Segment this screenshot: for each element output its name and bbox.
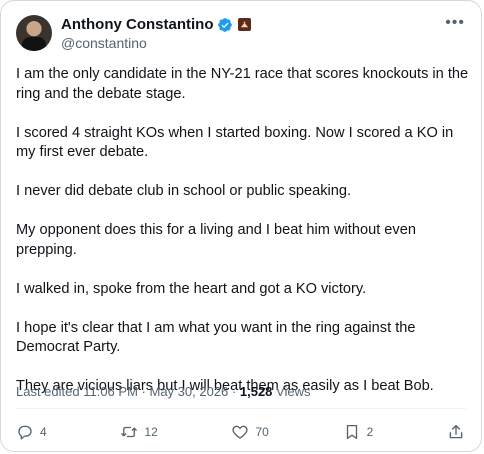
author-name[interactable]: Anthony Constantino bbox=[61, 16, 213, 33]
post-card: Anthony Constantino @constantino ••• I a… bbox=[0, 0, 482, 452]
repost-count: 12 bbox=[144, 425, 158, 439]
post-meta: Last edited 11:06 PM · May 30, 2026 · 1,… bbox=[16, 384, 311, 399]
post-date[interactable]: May 30, 2026 bbox=[150, 384, 229, 399]
views-count: 1,528 bbox=[239, 384, 273, 399]
action-bar: 4 12 70 2 bbox=[16, 422, 465, 442]
separator: · bbox=[231, 384, 237, 399]
reply-button[interactable]: 4 bbox=[16, 423, 47, 441]
heart-icon bbox=[232, 425, 249, 439]
affiliate-badge-icon[interactable] bbox=[238, 18, 252, 31]
views-label: Views bbox=[276, 384, 311, 399]
post-paragraph: I scored 4 straight KOs when I started b… bbox=[16, 124, 454, 161]
verified-badge-icon[interactable] bbox=[217, 17, 233, 33]
share-button[interactable] bbox=[447, 423, 465, 441]
post-text: I am the only candidate in the NY-21 rac… bbox=[16, 65, 471, 416]
post-paragraph: I hope it's clear that I am what you wan… bbox=[16, 319, 416, 356]
post-paragraph: I am the only candidate in the NY-21 rac… bbox=[16, 66, 469, 102]
divider bbox=[16, 408, 466, 409]
post-paragraph: I walked in, spoke from the heart and go… bbox=[16, 280, 367, 297]
repost-button[interactable]: 12 bbox=[120, 423, 158, 441]
edited-label[interactable]: Last edited 11:06 PM bbox=[16, 384, 138, 399]
avatar[interactable] bbox=[16, 15, 52, 51]
post-paragraph: My opponent does this for a living and I… bbox=[16, 222, 416, 258]
more-options-icon[interactable]: ••• bbox=[445, 14, 465, 32]
post-paragraph: I never did debate club in school or pub… bbox=[16, 183, 352, 199]
bookmark-button[interactable]: 2 bbox=[343, 423, 374, 441]
share-icon bbox=[449, 424, 463, 439]
bookmark-count: 2 bbox=[366, 425, 374, 439]
author-row: Anthony Constantino bbox=[61, 16, 252, 33]
reply-count: 4 bbox=[40, 425, 47, 439]
separator: · bbox=[141, 384, 146, 399]
like-button[interactable]: 70 bbox=[231, 423, 269, 441]
reply-icon bbox=[18, 425, 32, 440]
like-count: 70 bbox=[255, 425, 269, 439]
author-handle[interactable]: @constantino bbox=[61, 35, 147, 51]
repost-icon bbox=[121, 426, 138, 438]
bookmark-icon bbox=[346, 424, 357, 440]
